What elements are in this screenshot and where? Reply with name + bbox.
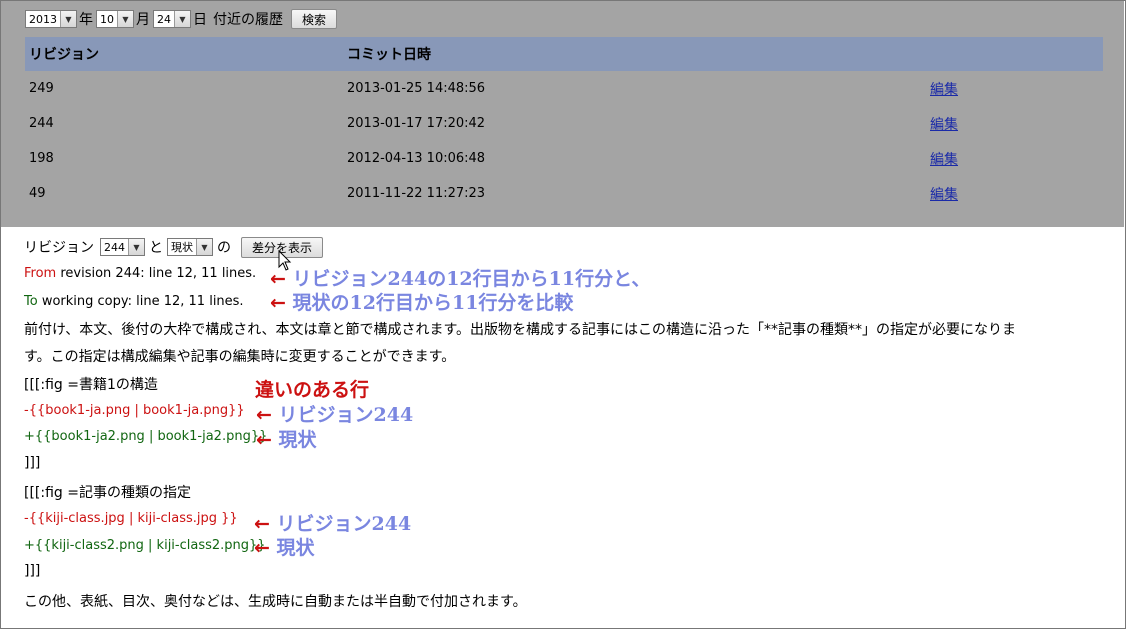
- annotation-diff-lines: 違いのある行: [255, 379, 370, 401]
- history-suffix: 付近の履歴: [213, 12, 283, 28]
- to-label: と: [149, 240, 163, 256]
- edit-link[interactable]: 編集: [930, 187, 958, 203]
- fig2-open-line: [[[:fig =記事の種類の指定: [24, 485, 191, 501]
- header-action: [926, 37, 1103, 71]
- table-header-row: リビジョン コミット日時: [25, 37, 1103, 71]
- month-unit: 月: [136, 12, 150, 28]
- day-unit: 日: [193, 12, 207, 28]
- table-row: 49 2011-11-22 11:27:23 編集: [25, 176, 1103, 211]
- context-paragraph-2: す。この指定は構成編集や記事の編集時に変更することができます。: [24, 349, 456, 365]
- annotation-revision-2: ← リビジョン244: [254, 509, 411, 536]
- from-label: From: [24, 266, 57, 281]
- diff-from-line: From revision 244: line 12, 11 lines.: [24, 266, 256, 281]
- revision-cell: 198: [29, 151, 54, 166]
- table-row: 249 2013-01-25 14:48:56 編集: [25, 71, 1103, 106]
- revision-label: リビジョン: [24, 240, 94, 256]
- search-button[interactable]: 検索: [291, 9, 338, 29]
- header-commit-date: コミット日時: [343, 37, 926, 71]
- annotation-text: 現状の12行目から11行分を比較: [292, 292, 574, 314]
- day-select[interactable]: 24 ▼: [153, 10, 191, 28]
- context-paragraph-1: 前付け、本文、後付の大枠で構成され、本文は章と節で構成されます。出版物を構成する…: [24, 322, 1017, 338]
- annotation-revision-1: ← リビジョン244: [256, 400, 413, 427]
- date-cell: 2013-01-25 14:48:56: [347, 81, 486, 96]
- history-panel: 2013 ▼ 年 10 ▼ 月 24 ▼ 日 付近の履歴 検索 リビジョン コミ…: [1, 1, 1124, 227]
- revision-select[interactable]: 244 ▼: [100, 238, 145, 256]
- year-unit: 年: [79, 12, 93, 28]
- annotation-current-2: ← 現状: [254, 533, 315, 560]
- revision-table: リビジョン コミット日時 249 2013-01-25 14:48:56 編集 …: [25, 37, 1103, 211]
- context-paragraph-3: この他、表紙、目次、奥付などは、生成時に自動または半自動で付加されます。: [24, 594, 527, 610]
- chevron-down-icon: ▼: [117, 11, 133, 27]
- edit-link[interactable]: 編集: [930, 152, 958, 168]
- removed-line: -{{kiji-class.jpg | kiji-class.jpg }}: [24, 511, 238, 526]
- removed-line: -{{book1-ja.png | book1-ja.png}}: [24, 403, 245, 418]
- edit-link[interactable]: 編集: [930, 117, 958, 133]
- left-arrow-icon: ←: [270, 292, 286, 314]
- date-cell: 2013-01-17 17:20:42: [347, 116, 486, 131]
- to-label-diff: To: [24, 294, 38, 309]
- annotation-current-1: ← 現状: [256, 425, 317, 452]
- annotation-text: リビジョン244: [276, 513, 412, 535]
- header-revision: リビジョン: [25, 37, 343, 71]
- revision-cell: 249: [29, 81, 54, 96]
- fig2-close-line: ]]]: [24, 563, 41, 579]
- to-detail: working copy: line 12, 11 lines.: [37, 294, 244, 309]
- fig1-close-line: ]]]: [24, 455, 41, 471]
- date-filter-row: 2013 ▼ 年 10 ▼ 月 24 ▼ 日 付近の履歴 検索: [25, 9, 338, 29]
- edit-link[interactable]: 編集: [930, 82, 958, 98]
- of-label: の: [217, 240, 231, 256]
- revision-cell: 244: [29, 116, 54, 131]
- left-arrow-icon: ←: [256, 404, 272, 426]
- diff-to-line: To working copy: line 12, 11 lines.: [24, 294, 244, 309]
- left-arrow-icon: ←: [254, 537, 270, 559]
- left-arrow-icon: ←: [254, 513, 270, 535]
- date-cell: 2011-11-22 11:27:23: [347, 186, 486, 201]
- compare-target-select[interactable]: 現状 ▼: [167, 238, 213, 256]
- chevron-down-icon: ▼: [174, 11, 190, 27]
- annotation-text: リビジョン244: [278, 404, 414, 426]
- left-arrow-icon: ←: [256, 429, 272, 451]
- chevron-down-icon: ▼: [196, 239, 212, 255]
- annotation-text: 現状: [276, 537, 315, 559]
- from-detail: revision 244: line 12, 11 lines.: [56, 266, 257, 281]
- table-row: 244 2013-01-17 17:20:42 編集: [25, 106, 1103, 141]
- added-line: +{{book1-ja2.png | book1-ja2.png}}: [24, 429, 268, 444]
- chevron-down-icon: ▼: [128, 239, 144, 255]
- annotation-compare-2: ← 現状の12行目から11行分を比較: [270, 288, 573, 315]
- annotation-text: 現状: [278, 429, 317, 451]
- annotation-text: リビジョン244の12行目から11行分と、: [292, 268, 651, 290]
- table-row: 198 2012-04-13 10:06:48 編集: [25, 141, 1103, 176]
- revision-cell: 49: [29, 186, 46, 201]
- left-arrow-icon: ←: [270, 268, 286, 290]
- chevron-down-icon: ▼: [60, 11, 76, 27]
- year-select[interactable]: 2013 ▼: [25, 10, 77, 28]
- added-line: +{{kiji-class2.png | kiji-class2.png}}: [24, 538, 266, 553]
- fig1-open-line: [[[:fig =書籍1の構造: [24, 377, 158, 393]
- annotation-compare-1: ← リビジョン244の12行目から11行分と、: [270, 264, 650, 291]
- date-cell: 2012-04-13 10:06:48: [347, 151, 486, 166]
- month-select[interactable]: 10 ▼: [96, 10, 134, 28]
